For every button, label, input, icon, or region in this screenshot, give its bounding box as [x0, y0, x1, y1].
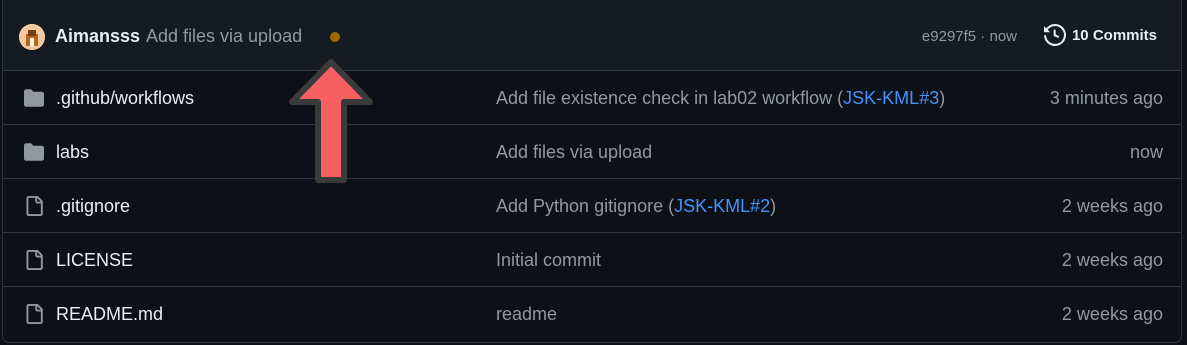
file-icon [26, 250, 43, 270]
file-name[interactable]: .github/workflows [56, 88, 194, 109]
file-commit-message[interactable]: readme [496, 304, 557, 325]
file-row[interactable]: README.md readme 2 weeks ago [3, 287, 1181, 341]
file-commit-message[interactable]: Add Python gitignore (JSK-KML#2) [496, 196, 776, 217]
file-row[interactable]: labs Add files via upload now [3, 125, 1181, 179]
commit-sha-time[interactable]: e9297f5 · now [922, 28, 1017, 45]
file-commit-time[interactable]: 3 minutes ago [1050, 88, 1163, 109]
file-commit-message[interactable]: Add files via upload [496, 142, 652, 163]
file-name[interactable]: README.md [56, 304, 163, 325]
file-name[interactable]: .gitignore [56, 196, 130, 217]
file-name[interactable]: labs [56, 142, 89, 163]
file-commit-time[interactable]: now [1130, 142, 1163, 163]
folder-icon [24, 89, 44, 107]
commit-message[interactable]: Add files via upload [146, 26, 302, 47]
file-icon [26, 196, 43, 216]
annotation-arrow-icon [289, 59, 373, 183]
history-icon [1043, 24, 1066, 46]
file-row[interactable]: .gitignore Add Python gitignore (JSK-KML… [3, 179, 1181, 233]
issue-link[interactable]: JSK-KML#2 [674, 196, 770, 216]
file-commit-message[interactable]: Initial commit [496, 250, 601, 271]
file-commit-time[interactable]: 2 weeks ago [1062, 196, 1163, 217]
issue-link[interactable]: JSK-KML#3 [843, 88, 939, 108]
file-commit-time[interactable]: 2 weeks ago [1062, 250, 1163, 271]
file-commit-time[interactable]: 2 weeks ago [1062, 304, 1163, 325]
file-name[interactable]: LICENSE [56, 250, 133, 271]
file-icon [26, 304, 43, 324]
avatar[interactable] [19, 24, 45, 50]
avatar-image [19, 24, 45, 50]
commit-author[interactable]: Aimansss [55, 26, 140, 47]
file-browser: Aimansss Add files via upload e9297f5 · … [2, 0, 1182, 343]
file-commit-message[interactable]: Add file existence check in lab02 workfl… [496, 88, 945, 109]
commits-button[interactable]: 10 Commits [1043, 20, 1157, 50]
status-dot-icon[interactable] [330, 32, 340, 42]
file-row[interactable]: .github/workflows Add file existence che… [3, 71, 1181, 125]
file-list: .github/workflows Add file existence che… [3, 71, 1181, 341]
folder-icon [24, 143, 44, 161]
file-row[interactable]: LICENSE Initial commit 2 weeks ago [3, 233, 1181, 287]
latest-commit-bar: Aimansss Add files via upload e9297f5 · … [3, 0, 1181, 71]
commits-label: 10 Commits [1071, 26, 1157, 44]
